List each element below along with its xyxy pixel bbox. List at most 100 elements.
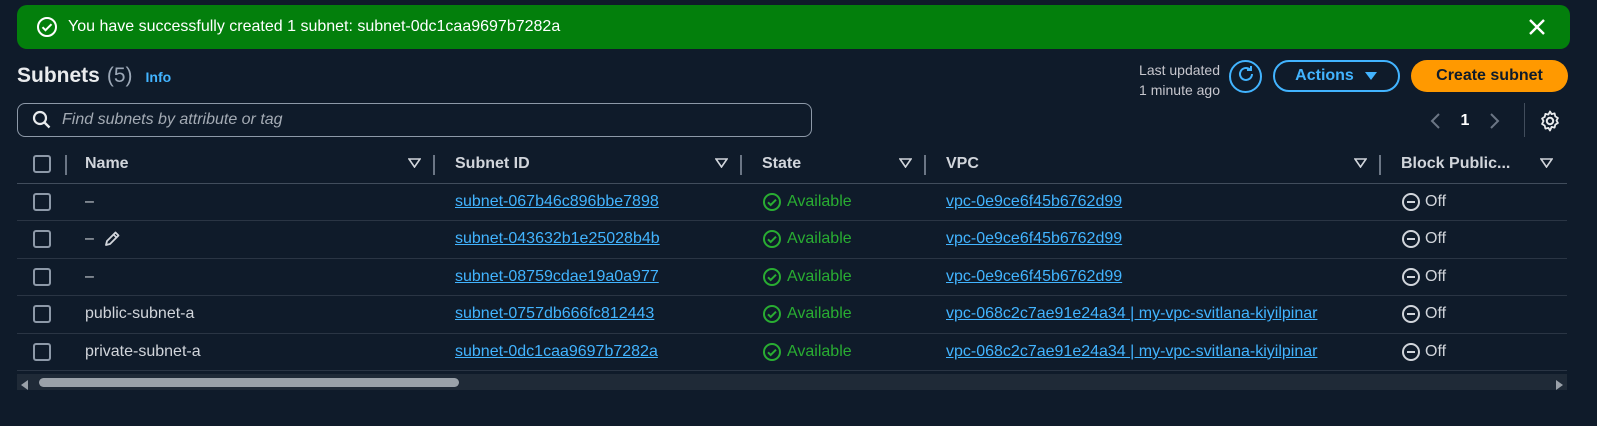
subnet-id-link[interactable]: subnet-043632b1e25028b4b	[455, 230, 660, 247]
horizontal-scrollbar[interactable]	[17, 374, 1567, 390]
state-text: Available	[787, 230, 852, 248]
state-cell: Available	[742, 333, 926, 371]
last-updated: Last updated 1 minute ago	[1118, 60, 1220, 100]
actions-button[interactable]: Actions	[1273, 60, 1400, 92]
status-off-icon	[1401, 267, 1421, 287]
refresh-icon	[1236, 64, 1256, 89]
column-label: Name	[85, 155, 129, 173]
actions-label: Actions	[1295, 67, 1354, 84]
create-subnet-button[interactable]: Create subnet	[1411, 60, 1568, 92]
search-box	[17, 103, 812, 137]
scroll-right-arrow-icon[interactable]	[1555, 377, 1563, 395]
row-checkbox[interactable]	[33, 230, 51, 249]
column-header-block-public[interactable]: Block Public...	[1381, 146, 1567, 184]
table-row[interactable]: – subnet-067b46c896bbe7898 Available vpc…	[17, 183, 1567, 221]
block-public-text: Off	[1425, 267, 1447, 285]
gear-icon[interactable]	[1538, 109, 1562, 133]
block-public-cell: Off	[1381, 258, 1567, 296]
table-row[interactable]: – subnet-08759cdae19a0a977 Available vpc…	[17, 258, 1567, 296]
search-icon	[32, 110, 52, 130]
table-row[interactable]: public-subnet-a subnet-0757db666fc812443…	[17, 295, 1567, 334]
column-header-name[interactable]: Name	[85, 146, 435, 184]
sort-caret-icon[interactable]	[1539, 155, 1554, 173]
subnet-count: (5)	[106, 64, 133, 87]
sort-caret-icon[interactable]	[714, 155, 729, 173]
block-public-cell: Off	[1381, 183, 1567, 221]
column-header-state[interactable]: State	[742, 146, 926, 184]
name-cell: –	[85, 258, 435, 296]
row-checkbox[interactable]	[33, 342, 51, 361]
state-text: Available	[787, 342, 852, 360]
vpc-link[interactable]: vpc-0e9ce6f45b6762d99	[946, 193, 1122, 210]
vpc-cell: vpc-0e9ce6f45b6762d99	[926, 183, 1381, 221]
info-link[interactable]: Info	[146, 69, 172, 85]
row-select-cell	[17, 220, 85, 259]
state-cell: Available	[742, 258, 926, 296]
status-available-icon	[762, 304, 782, 324]
subnet-id-link[interactable]: subnet-067b46c896bbe7898	[455, 193, 659, 210]
scroll-left-arrow-icon[interactable]	[21, 377, 29, 395]
subnet-id-link[interactable]: subnet-0dc1caa9697b7282a	[455, 343, 658, 360]
column-header-vpc[interactable]: VPC	[926, 146, 1381, 184]
subnet-id-cell: subnet-0dc1caa9697b7282a	[435, 333, 742, 371]
scrollbar-thumb[interactable]	[39, 378, 459, 387]
subnet-name: –	[85, 192, 94, 210]
subnet-id-cell: subnet-043632b1e25028b4b	[435, 220, 742, 259]
vpc-cell: vpc-068c2c7ae91e24a34 | my-vpc-svitlana-…	[926, 295, 1381, 334]
block-public-text: Off	[1425, 342, 1447, 360]
state-text: Available	[787, 267, 852, 285]
row-checkbox[interactable]	[33, 267, 51, 286]
block-public-cell: Off	[1381, 220, 1567, 259]
page-heading: Subnets	[17, 64, 100, 87]
vpc-link[interactable]: vpc-068c2c7ae91e24a34 | my-vpc-svitlana-…	[946, 305, 1317, 322]
table-row[interactable]: private-subnet-a subnet-0dc1caa9697b7282…	[17, 333, 1567, 371]
pagination: 1	[1420, 106, 1510, 136]
status-off-icon	[1401, 192, 1421, 212]
subnet-id-link[interactable]: subnet-08759cdae19a0a977	[455, 268, 659, 285]
success-flash: You have successfully created 1 subnet: …	[17, 5, 1570, 49]
close-icon[interactable]	[1526, 16, 1548, 38]
status-off-icon	[1401, 304, 1421, 324]
sort-caret-icon[interactable]	[1353, 155, 1368, 173]
row-select-cell	[17, 258, 85, 296]
name-cell: public-subnet-a	[85, 295, 435, 334]
vpc-link[interactable]: vpc-0e9ce6f45b6762d99	[946, 268, 1122, 285]
column-label: Block Public...	[1401, 155, 1511, 173]
sort-caret-icon[interactable]	[898, 155, 913, 173]
edit-pencil-icon[interactable]	[103, 230, 121, 248]
row-select-cell	[17, 183, 85, 221]
search-input[interactable]	[62, 111, 782, 129]
column-label: State	[762, 155, 802, 173]
vpc-cell: vpc-0e9ce6f45b6762d99	[926, 258, 1381, 296]
caret-down-icon	[1364, 71, 1378, 81]
chevron-left-icon[interactable]	[1420, 106, 1450, 136]
chevron-right-icon[interactable]	[1480, 106, 1510, 136]
refresh-button[interactable]	[1229, 60, 1262, 93]
row-checkbox[interactable]	[33, 192, 51, 211]
subnet-name: –	[85, 230, 94, 248]
select-all-checkbox[interactable]	[33, 155, 51, 174]
block-public-text: Off	[1425, 230, 1447, 248]
vpc-link[interactable]: vpc-068c2c7ae91e24a34 | my-vpc-svitlana-…	[946, 343, 1317, 360]
row-select-cell	[17, 295, 85, 334]
subnet-name: public-subnet-a	[85, 305, 195, 323]
subnet-id-link[interactable]: subnet-0757db666fc812443	[455, 305, 654, 322]
subnets-table: Name Subnet ID State VPC Block Public...…	[17, 146, 1567, 371]
table-row[interactable]: – subnet-043632b1e25028b4b Available vpc…	[17, 220, 1567, 259]
state-text: Available	[787, 192, 852, 210]
row-checkbox[interactable]	[33, 305, 51, 324]
select-all-cell	[17, 146, 85, 184]
flash-message: You have successfully created 1 subnet: …	[68, 18, 561, 35]
state-text: Available	[787, 305, 852, 323]
vpc-link[interactable]: vpc-0e9ce6f45b6762d99	[946, 230, 1122, 247]
name-cell: –	[85, 183, 435, 221]
page-number[interactable]: 1	[1450, 112, 1480, 130]
block-public-cell: Off	[1381, 295, 1567, 334]
sort-caret-icon[interactable]	[407, 155, 422, 173]
column-header-subnet-id[interactable]: Subnet ID	[435, 146, 742, 184]
name-cell: private-subnet-a	[85, 333, 435, 371]
divider	[1524, 103, 1525, 137]
name-cell: –	[85, 220, 435, 259]
state-cell: Available	[742, 183, 926, 221]
block-public-text: Off	[1425, 192, 1447, 210]
